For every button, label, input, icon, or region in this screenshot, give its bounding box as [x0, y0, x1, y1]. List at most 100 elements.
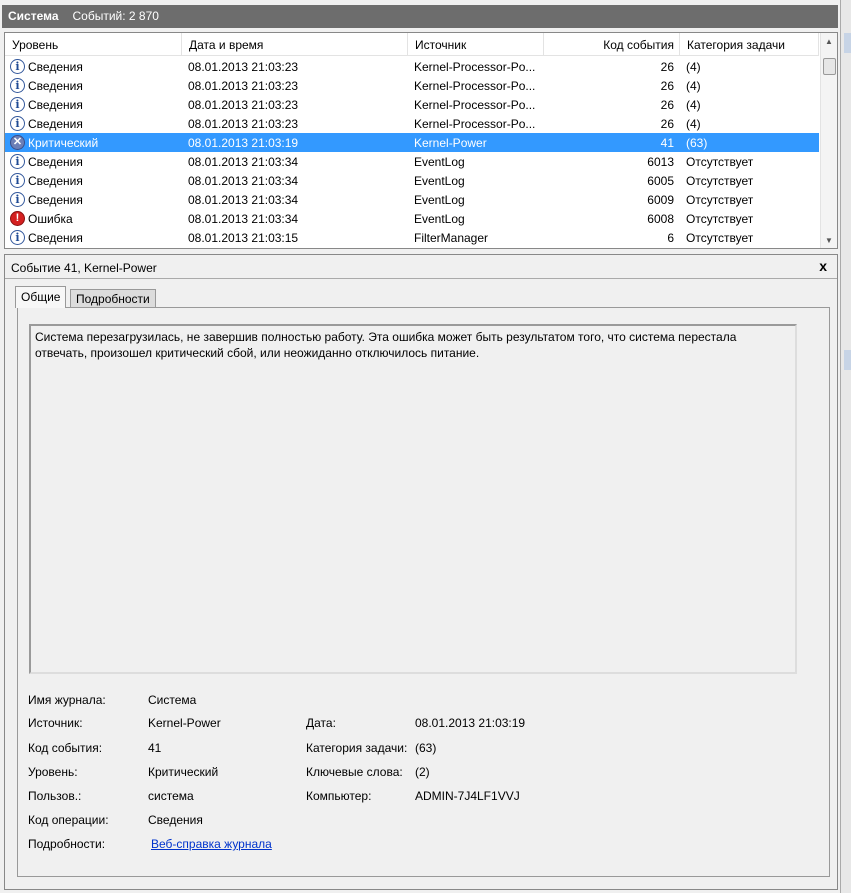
table-header: Уровень Дата и время Источник Код событи… [5, 33, 819, 56]
row-date: 08.01.2013 21:03:34 [188, 174, 299, 188]
row-source: Kernel-Processor-Po... [414, 117, 536, 131]
row-category: Отсутствует [686, 231, 754, 245]
row-code: 6013 [647, 155, 674, 169]
general-panel: Система перезагрузилась, не завершив пол… [17, 307, 830, 877]
row-code: 6005 [647, 174, 674, 188]
source-value: Kernel-Power [148, 716, 221, 730]
tab-details[interactable]: Подробности [70, 289, 156, 307]
row-code: 41 [660, 136, 674, 150]
user-value: система [148, 789, 194, 803]
row-date: 08.01.2013 21:03:23 [188, 117, 299, 131]
info-icon: i [10, 59, 25, 74]
row-date: 08.01.2013 21:03:34 [188, 155, 299, 169]
info-icon: i [10, 192, 25, 207]
row-category: Отсутствует [686, 212, 754, 226]
row-category: (4) [686, 117, 701, 131]
row-code: 26 [660, 98, 674, 112]
event-message[interactable]: Система перезагрузилась, не завершив пол… [29, 324, 797, 674]
table-row[interactable]: i Сведения 08.01.2013 21:03:23 Kernel-Pr… [5, 114, 819, 133]
table-row[interactable]: i Сведения 08.01.2013 21:03:34 EventLog … [5, 190, 819, 209]
info-icon: i [10, 154, 25, 169]
col-code[interactable]: Код события [544, 33, 680, 56]
table-row[interactable]: ! Ошибка 08.01.2013 21:03:34 EventLog 60… [5, 209, 819, 228]
computer-value: ADMIN-7J4LF1VVJ [415, 789, 520, 803]
row-code: 26 [660, 60, 674, 74]
row-category: Отсутствует [686, 155, 754, 169]
row-category: (63) [686, 136, 708, 150]
row-category: (4) [686, 79, 701, 93]
keywords-label: Ключевые слова: [306, 765, 403, 779]
event-detail-pane: Событие 41, Kernel-Power x Общие Подробн… [4, 254, 838, 890]
row-date: 08.01.2013 21:03:23 [188, 60, 299, 74]
row-date: 08.01.2013 21:03:23 [188, 79, 299, 93]
date-label: Дата: [306, 716, 336, 730]
row-code: 26 [660, 117, 674, 131]
table-row[interactable]: i Сведения 08.01.2013 21:03:34 EventLog … [5, 171, 819, 190]
row-source: EventLog [414, 174, 465, 188]
category-label: Категория задачи: [306, 741, 408, 755]
scroll-down-icon[interactable]: ▼ [825, 236, 833, 245]
row-level: Сведения [28, 193, 83, 207]
scroll-thumb[interactable] [823, 58, 836, 75]
row-level: Сведения [28, 98, 83, 112]
info-icon: i [10, 230, 25, 245]
scroll-up-icon[interactable]: ▲ [825, 37, 833, 46]
close-icon[interactable]: x [819, 258, 827, 274]
computer-label: Компьютер: [306, 789, 372, 803]
tab-general[interactable]: Общие [15, 286, 67, 308]
col-level[interactable]: Уровень [5, 33, 182, 56]
row-category: Отсутствует [686, 193, 754, 207]
opcode-label: Код операции: [28, 813, 109, 827]
code-label: Код события: [28, 741, 103, 755]
log-title-bar: Система Событий: 2 870 [2, 5, 838, 28]
table-row[interactable]: ✕ Критический 08.01.2013 21:03:19 Kernel… [5, 133, 819, 152]
level-label: Уровень: [28, 765, 78, 779]
opcode-value: Сведения [148, 813, 203, 827]
row-source: Kernel-Processor-Po... [414, 79, 536, 93]
row-category: (4) [686, 98, 701, 112]
log-name: Система [8, 9, 59, 23]
more-info-label: Подробности: [28, 837, 106, 851]
row-date: 08.01.2013 21:03:34 [188, 212, 299, 226]
row-source: Kernel-Power [414, 136, 487, 150]
event-count: Событий: 2 870 [72, 9, 159, 23]
row-source: EventLog [414, 155, 465, 169]
level-value: Критический [148, 765, 219, 779]
row-level: Сведения [28, 231, 83, 245]
events-table: Уровень Дата и время Источник Код событи… [4, 32, 838, 249]
row-date: 08.01.2013 21:03:19 [188, 136, 299, 150]
col-category[interactable]: Категория задачи [680, 33, 819, 56]
info-icon: i [10, 116, 25, 131]
row-source: Kernel-Processor-Po... [414, 98, 536, 112]
row-level: Сведения [28, 79, 83, 93]
critical-icon: ✕ [10, 135, 25, 150]
row-level: Сведения [28, 117, 83, 131]
row-source: Kernel-Processor-Po... [414, 60, 536, 74]
table-row[interactable]: i Сведения 08.01.2013 21:03:15 FilterMan… [5, 228, 819, 247]
log-label: Имя журнала: [28, 693, 106, 707]
row-code: 6009 [647, 193, 674, 207]
row-level: Критический [28, 136, 99, 150]
event-log-help-link[interactable]: Веб-справка журнала [151, 837, 272, 851]
table-row[interactable]: i Сведения 08.01.2013 21:03:23 Kernel-Pr… [5, 76, 819, 95]
keywords-value: (2) [415, 765, 430, 779]
col-source[interactable]: Источник [408, 33, 544, 56]
row-level: Сведения [28, 155, 83, 169]
row-code: 6 [667, 231, 674, 245]
actions-pane-edge [840, 0, 851, 893]
detail-title: Событие 41, Kernel-Power [11, 261, 157, 275]
row-date: 08.01.2013 21:03:23 [188, 98, 299, 112]
row-level: Ошибка [28, 212, 73, 226]
table-row[interactable]: i Сведения 08.01.2013 21:03:34 EventLog … [5, 152, 819, 171]
row-level: Сведения [28, 174, 83, 188]
row-source: EventLog [414, 212, 465, 226]
col-date[interactable]: Дата и время [182, 33, 408, 56]
table-scrollbar[interactable]: ▲ ▼ [820, 33, 837, 248]
info-icon: i [10, 173, 25, 188]
table-row[interactable]: i Сведения 08.01.2013 21:03:23 Kernel-Pr… [5, 57, 819, 76]
table-row[interactable]: i Сведения 08.01.2013 21:03:23 Kernel-Pr… [5, 95, 819, 114]
error-icon: ! [10, 211, 25, 226]
row-source: EventLog [414, 193, 465, 207]
row-code: 26 [660, 79, 674, 93]
row-date: 08.01.2013 21:03:34 [188, 193, 299, 207]
